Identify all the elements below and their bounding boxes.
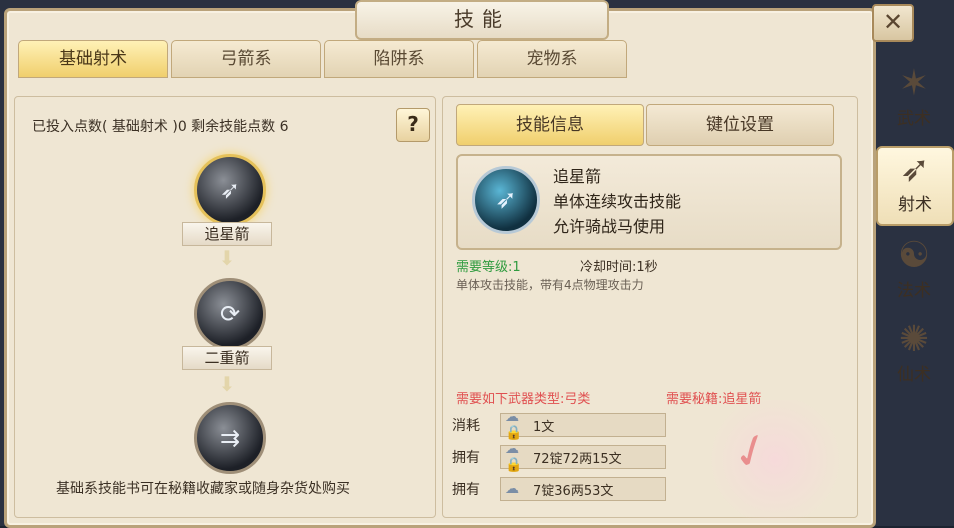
tab-pet[interactable]: 宠物系	[477, 40, 627, 78]
sidebar-label: 仙术	[897, 365, 931, 385]
skill-card: ➶ 追星箭 单体连续攻击技能 允许骑战马使用	[456, 154, 842, 250]
sidebar-label: 法术	[897, 281, 931, 301]
school-sidebar: ✶ 武术 ➶ 射术 ☯ 法术 ✺ 仙术	[874, 62, 954, 402]
tab-skill-info[interactable]: 技能信息	[456, 104, 644, 146]
skill-arrow-icon: ➶	[472, 166, 540, 234]
skill-mount: 允许骑战马使用	[553, 217, 666, 236]
owned-row: 拥有 ☁🔒 72锭72两15文	[452, 441, 672, 473]
required-level: 需要等级:1	[456, 260, 521, 275]
skill-label: 追星箭	[182, 222, 272, 246]
sidebar-item-immortal[interactable]: ✺ 仙术	[874, 318, 954, 394]
archery-icon: ➶	[899, 148, 931, 190]
bottom-note: 基础系技能书可在秘籍收藏家或随身杂货处购买	[56, 481, 350, 497]
multi-arrow-icon: ⇉	[219, 424, 241, 452]
down-arrow-icon: ⬇	[218, 372, 236, 396]
skill-node-erzhongjian[interactable]: ⟳	[194, 278, 266, 350]
sidebar-item-martial[interactable]: ✶ 武术	[874, 62, 954, 138]
cost-label: 消耗	[452, 418, 480, 434]
spell-icon: ☯	[897, 234, 931, 276]
owned-row-2: 拥有 ☁ 7锭36两53文	[452, 476, 672, 502]
arrow-skill-icon: ➶	[219, 176, 241, 204]
sidebar-label: 武术	[897, 109, 931, 129]
martial-icon: ✶	[898, 62, 930, 104]
owned-value-box: ☁🔒 72锭72两15文	[500, 441, 666, 473]
tab-key-settings[interactable]: 键位设置	[646, 104, 834, 146]
close-button[interactable]: ✕	[872, 4, 914, 42]
silver-coin-icon: ☁🔒	[505, 441, 523, 473]
sidebar-label: 射术	[898, 195, 932, 215]
silver-coin-icon: ☁🔒	[505, 409, 523, 441]
game-window: 技能 ✕ 基础射术 弓箭系 陷阱系 宠物系 ✶ 武术 ➶ 射术 ☯ 法术 ✺ 仙…	[0, 0, 954, 528]
skill-label: 二重箭	[182, 346, 272, 370]
cost-value-box: ☁🔒 1文	[500, 409, 666, 441]
owned-label: 拥有	[452, 450, 480, 466]
points-info: 已投入点数( 基础射术 )0 剩余技能点数 6	[32, 119, 289, 135]
sidebar-item-spell[interactable]: ☯ 法术	[874, 234, 954, 310]
skill-name: 追星箭	[553, 167, 602, 186]
window-title: 技能	[355, 0, 609, 40]
help-button[interactable]: ?	[396, 108, 430, 142]
owned-value-box-2: ☁ 7锭36两53文	[500, 477, 666, 501]
owned-value-2: 7锭36两53文	[533, 483, 614, 499]
down-arrow-icon: ⬇	[218, 246, 236, 270]
tab-basic-archery[interactable]: 基础射术	[18, 40, 168, 78]
skill-node-zhuixingjian[interactable]: ➶	[194, 154, 266, 226]
cost-row: 消耗 ☁🔒 1文	[452, 409, 672, 441]
cost-value: 1文	[533, 419, 555, 435]
skill-node-three[interactable]: ⇉	[194, 402, 266, 474]
owned-label-2: 拥有	[452, 482, 480, 498]
cooldown: 冷却时间:1秒	[580, 260, 658, 275]
skill-type: 单体连续攻击技能	[553, 192, 682, 211]
tab-trap[interactable]: 陷阱系	[324, 40, 474, 78]
skill-description: 单体攻击技能，带有4点物理攻击力	[456, 278, 644, 292]
owned-value: 72锭72两15文	[533, 451, 622, 467]
skill-card-text: 追星箭 单体连续攻击技能 允许骑战马使用	[553, 164, 681, 239]
double-arrow-icon: ⟳	[219, 300, 241, 328]
immortal-icon: ✺	[898, 318, 930, 360]
skill-category-tabs: 基础射术 弓箭系 陷阱系 宠物系	[18, 40, 630, 78]
silver-ingot-icon: ☁	[505, 481, 519, 497]
weapon-requirement: 需要如下武器类型:弓类	[456, 392, 591, 407]
tab-bow[interactable]: 弓箭系	[171, 40, 321, 78]
sidebar-item-archery[interactable]: ➶ 射术	[876, 146, 954, 226]
